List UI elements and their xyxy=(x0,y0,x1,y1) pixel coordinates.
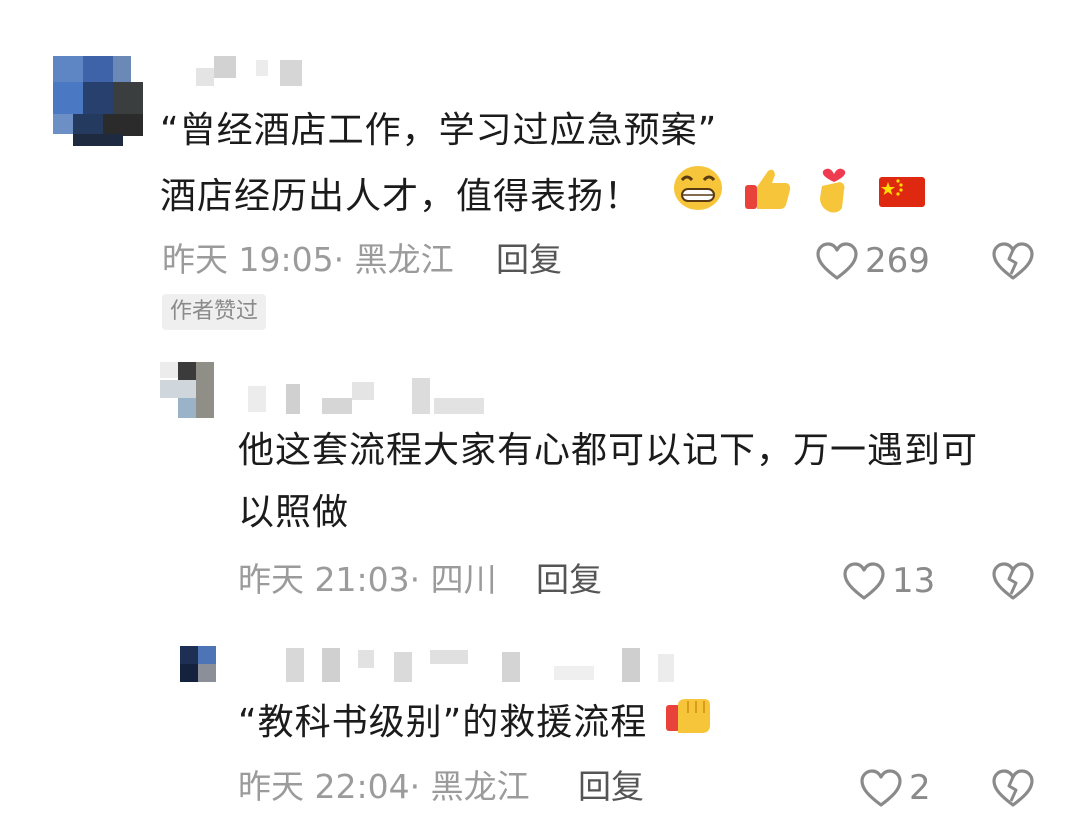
comment-text: “教科书级别”的救援流程 xyxy=(238,692,1038,755)
comment-location: · 黑龙江 xyxy=(409,767,530,806)
comment-time: 昨天 22:04 xyxy=(238,767,410,806)
dislike-broken-heart-icon[interactable] xyxy=(991,561,1035,601)
china-flag-emoji xyxy=(878,167,925,229)
avatar[interactable] xyxy=(180,646,216,682)
like-count: 13 xyxy=(892,561,936,601)
avatar[interactable] xyxy=(53,56,143,146)
heart-icon xyxy=(859,768,903,808)
avatar[interactable] xyxy=(160,362,216,418)
thumbs-up-emoji xyxy=(742,165,792,231)
comment-text-line: “曾经酒店工作，学习过应急预案” xyxy=(160,110,718,151)
like-button[interactable]: 269 xyxy=(815,239,930,283)
comment-text: 他这套流程大家有心都可以记下，万一遇到可 以照做 xyxy=(238,420,1038,544)
comment-meta: 昨天 21:03· 四川 xyxy=(238,558,497,602)
dislike-broken-heart-icon[interactable] xyxy=(991,241,1035,281)
comment-time: 昨天 21:03 xyxy=(238,560,410,599)
like-count: 269 xyxy=(865,241,930,281)
username-blurred[interactable] xyxy=(196,56,306,86)
username-blurred[interactable] xyxy=(286,648,686,682)
comment-text-segment: “教科书级别”的救援流程 xyxy=(238,702,648,743)
fist-emoji xyxy=(664,693,712,755)
comment-text-line: 酒店经历出人才，值得表扬！ xyxy=(160,162,960,234)
comment-text-line: 以照做 xyxy=(238,492,350,533)
like-button[interactable]: 2 xyxy=(859,766,931,810)
heart-icon xyxy=(842,561,886,601)
comment-time: 昨天 19:05 xyxy=(162,240,334,279)
comment-meta: 昨天 19:05· 黑龙江 xyxy=(162,238,454,282)
dislike-broken-heart-icon[interactable] xyxy=(991,768,1035,808)
comment-text: “曾经酒店工作，学习过应急预案” 酒店经历出人才，值得表扬！ xyxy=(160,100,960,234)
comment-meta: 昨天 22:04· 黑龙江 xyxy=(238,765,530,809)
heart-icon xyxy=(815,241,859,281)
username-blurred[interactable] xyxy=(248,378,488,414)
comment-location: · 黑龙江 xyxy=(333,240,454,279)
grin-emoji xyxy=(673,165,723,231)
reply-button[interactable]: 回复 xyxy=(578,765,644,809)
author-liked-badge: 作者赞过 xyxy=(162,294,267,330)
reply-button[interactable]: 回复 xyxy=(536,558,602,602)
reply-button[interactable]: 回复 xyxy=(496,238,562,282)
comment-location: · 四川 xyxy=(409,560,497,599)
comment-text-line: 他这套流程大家有心都可以记下，万一遇到可 xyxy=(238,430,979,471)
finger-heart-emoji xyxy=(812,162,856,234)
like-button[interactable]: 13 xyxy=(842,559,935,603)
comment-text-segment: 酒店经历出人才，值得表扬！ xyxy=(160,176,642,217)
like-count: 2 xyxy=(909,768,931,808)
